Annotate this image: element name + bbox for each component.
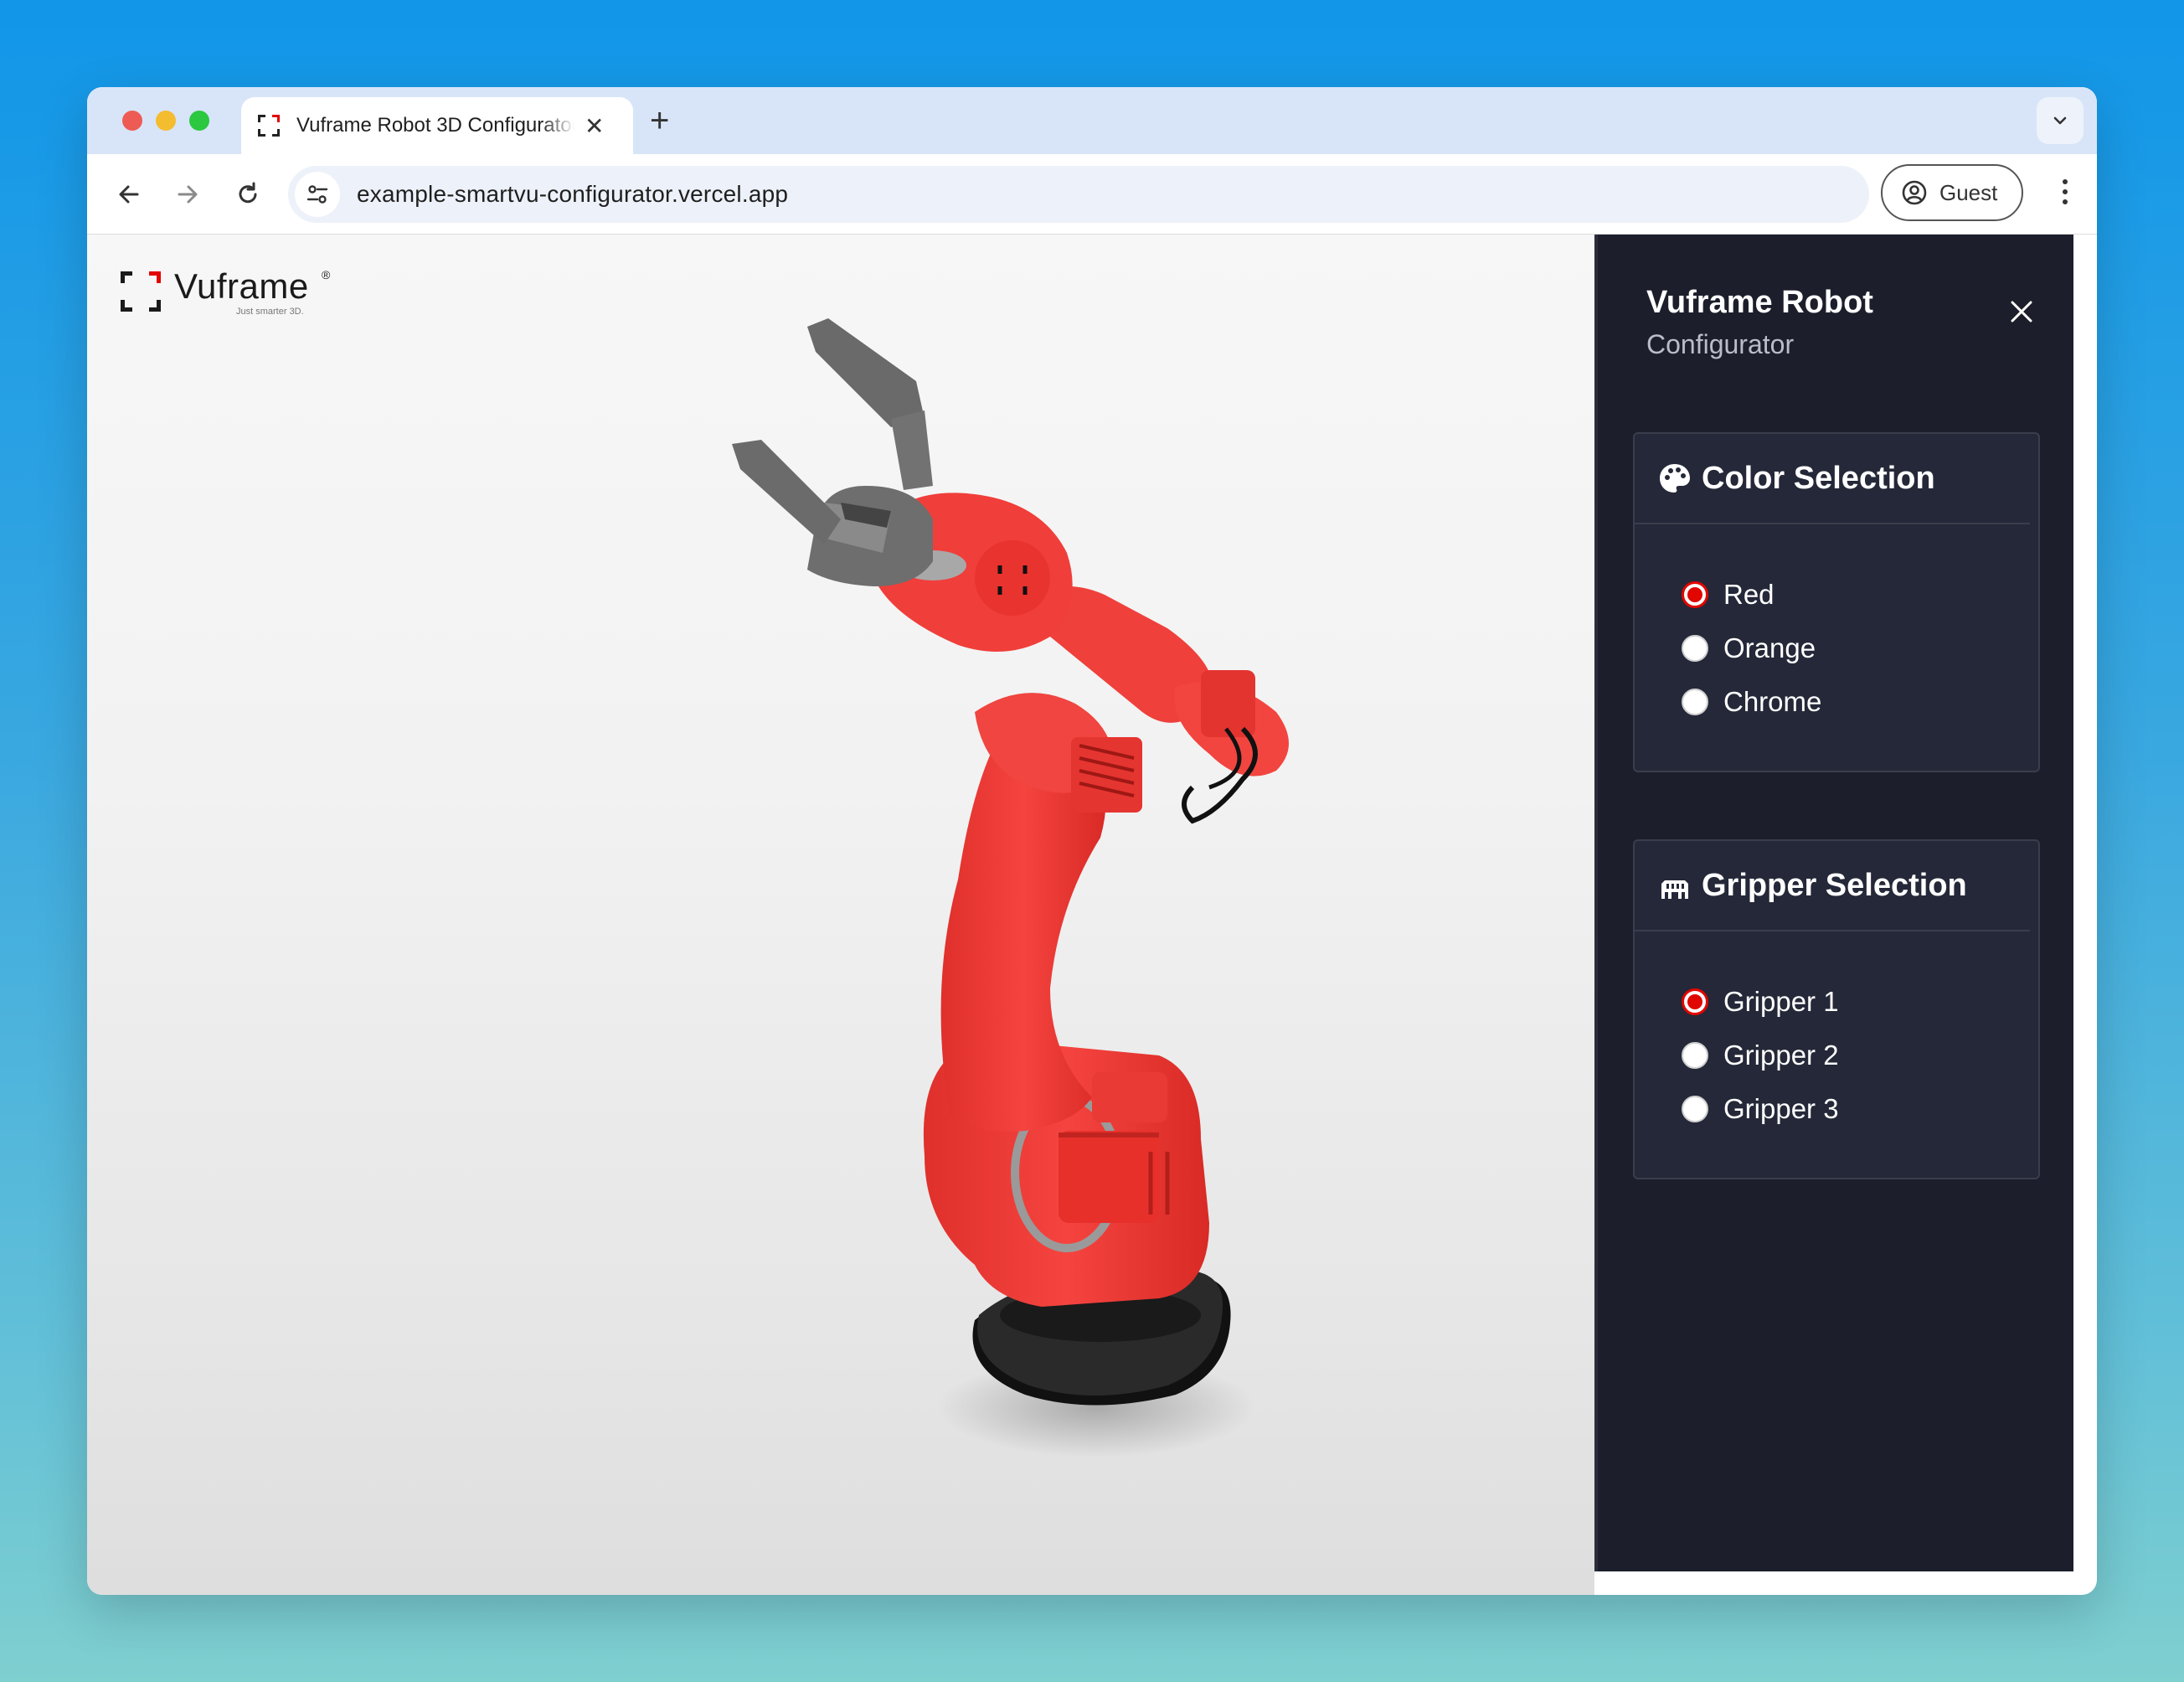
radio-gripper-3[interactable] (1682, 1096, 1708, 1122)
tab-title: Vuframe Robot 3D Configurator (296, 114, 574, 137)
color-option-chrome[interactable]: Chrome (1682, 675, 2038, 729)
close-icon[interactable] (2008, 298, 2035, 325)
panel-title: Vuframe Robot (1646, 285, 1873, 320)
arrow-right-icon (178, 185, 198, 204)
close-tab-icon[interactable]: ✕ (585, 112, 604, 140)
browser-window: Vuframe Robot 3D Configurator ✕ + exampl… (87, 87, 2097, 1595)
url-text: example-smartvu-configurator.vercel.app (357, 181, 789, 207)
close-window-button[interactable] (122, 111, 142, 131)
gripper-selection-card: Gripper Selection Gripper 1 Gripper 2 Gr… (1633, 839, 2040, 1179)
gripper-option-2[interactable]: Gripper 2 (1682, 1029, 2038, 1082)
option-label: Chrome (1723, 686, 1822, 717)
forward-button[interactable] (169, 176, 206, 213)
panel-subtitle: Configurator (1646, 329, 1795, 359)
account-icon (1902, 180, 1927, 205)
profile-label: Guest (1939, 179, 1998, 205)
color-option-red[interactable]: Red (1682, 568, 2038, 622)
option-label: Gripper 1 (1723, 986, 1839, 1017)
gripper-option-3[interactable]: Gripper 3 (1682, 1082, 2038, 1136)
tab-search-button[interactable] (2037, 97, 2084, 144)
tune-icon (306, 185, 328, 204)
vuframe-favicon-icon (258, 115, 280, 137)
more-menu-icon[interactable] (2057, 174, 2073, 214)
radio-red[interactable] (1682, 581, 1708, 608)
configurator-panel: Vuframe Robot Configurator Color Selecti… (1594, 235, 2073, 1571)
option-label: Orange (1723, 632, 1816, 663)
browser-tab[interactable]: Vuframe Robot 3D Configurator ✕ (241, 97, 633, 154)
gripper-selection-heading: Gripper Selection (1702, 867, 1967, 903)
minimize-window-button[interactable] (156, 111, 176, 131)
color-selection-heading: Color Selection (1702, 460, 1935, 496)
new-tab-icon[interactable]: + (650, 102, 669, 140)
option-label: Gripper 3 (1723, 1093, 1839, 1124)
robot-gripper (732, 318, 933, 586)
profile-button[interactable]: Guest (1881, 164, 2023, 221)
tab-bar: Vuframe Robot 3D Configurator ✕ + (87, 87, 2097, 154)
site-settings-button[interactable] (295, 172, 340, 217)
robot-model[interactable] (87, 235, 1594, 1595)
radio-gripper-1[interactable] (1682, 988, 1708, 1015)
address-bar[interactable]: example-smartvu-configurator.vercel.app (288, 166, 1869, 223)
chevron-down-icon (2053, 116, 2067, 125)
palette-icon (1660, 464, 1690, 493)
option-label: Red (1723, 579, 1774, 610)
3d-viewport[interactable]: Vuframe ® Just smarter 3D. (87, 235, 1594, 1595)
gripper-options: Gripper 1 Gripper 2 Gripper 3 (1635, 931, 2038, 1136)
back-button[interactable] (111, 176, 147, 213)
gripper-icon (1661, 880, 1688, 899)
maximize-window-button[interactable] (189, 111, 209, 131)
option-label: Gripper 2 (1723, 1040, 1839, 1071)
reload-button[interactable] (229, 176, 266, 213)
reload-icon (239, 182, 257, 204)
color-options: Red Orange Chrome (1635, 524, 2038, 729)
arrow-left-icon (119, 185, 139, 204)
browser-toolbar: example-smartvu-configurator.vercel.app … (87, 154, 2097, 235)
color-selection-card: Color Selection Red Orange Chrome (1633, 432, 2040, 772)
radio-chrome[interactable] (1682, 689, 1708, 715)
color-option-orange[interactable]: Orange (1682, 622, 2038, 675)
radio-orange[interactable] (1682, 635, 1708, 662)
gripper-option-1[interactable]: Gripper 1 (1682, 975, 2038, 1029)
radio-gripper-2[interactable] (1682, 1042, 1708, 1069)
